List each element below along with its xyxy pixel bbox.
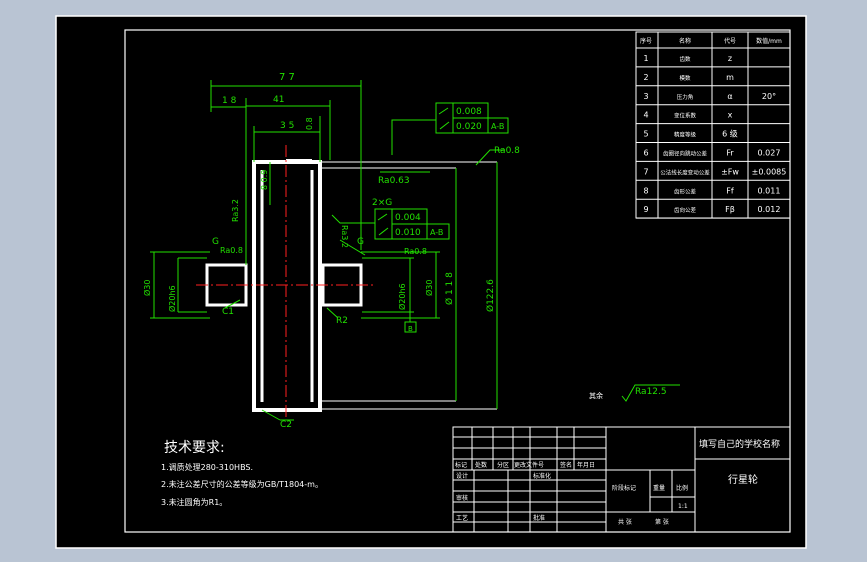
tb-process: 工艺 — [456, 514, 468, 522]
label-datum: B — [408, 325, 413, 333]
tol-mid-label: 2×G — [372, 198, 392, 208]
tb-check: 审核 — [456, 494, 468, 502]
params-cell: Fβ — [725, 205, 735, 214]
dim-offset-inner: 41 — [273, 95, 284, 105]
label-g-right: G — [357, 237, 364, 247]
dim-v-right-b: Ø30 — [424, 280, 434, 296]
params-cell: 公法线长度变动公差 — [660, 168, 710, 176]
tb-mark: 标记 — [455, 461, 467, 469]
params-cell: 4 — [643, 111, 648, 120]
dim-v-left-a: Ø30 — [142, 280, 152, 296]
tb-part-name: 行星轮 — [728, 473, 758, 486]
params-cell: Ff — [726, 186, 734, 195]
params-cell: z — [728, 54, 732, 63]
params-cell: 变位系数 — [674, 112, 697, 120]
params-cell: 6 级 — [722, 129, 738, 139]
tb-weight: 重量 — [653, 484, 665, 492]
params-cell: 精度等级 — [674, 131, 697, 139]
params-cell: 模数 — [679, 74, 691, 82]
tb-date: 年月日 — [577, 461, 595, 469]
tb-zone: 分区 — [497, 461, 509, 469]
dim-v-right-a: Ø20h6 — [397, 283, 407, 310]
requirement-3: 3.未注圆角为R1。 — [161, 497, 227, 507]
ra-left-g: Ra0.8 — [220, 246, 243, 255]
ra-left-vert: Ra3.2 — [231, 199, 240, 222]
tb-signature: 签名 — [560, 461, 572, 469]
ra-top-right: Ra0.8 — [494, 146, 520, 156]
params-cell: 7 — [643, 167, 648, 176]
params-cell: 齿形公差 — [674, 187, 697, 195]
params-cell: 5 — [643, 130, 648, 139]
dim-v-outer-b: Ø122.6 — [485, 279, 496, 312]
tb-approve: 批准 — [533, 514, 545, 522]
requirements-title: 技术要求: — [164, 440, 225, 456]
dim-overall-length: 7 7 — [279, 72, 295, 83]
params-cell: 压力角 — [677, 93, 694, 101]
tb-standardize: 标准化 — [533, 472, 551, 480]
tb-scale: 比例 — [676, 484, 688, 492]
label-r2: R2 — [336, 316, 348, 326]
params-cell: 齿向公差 — [674, 206, 697, 214]
tol-top-2-ref: A-B — [491, 122, 504, 131]
tb-school: 填写自己的学校名称 — [699, 438, 780, 450]
params-header-cell: 代号 — [724, 37, 736, 45]
tol-mid-2: 0.010 — [395, 228, 421, 238]
tb-change-doc: 更改文件号 — [514, 461, 544, 469]
cad-drawing: 7 7 1 8 41 3 5 0.8 Ø30 Ø20h6 Ø20h6 Ø30 8… — [55, 15, 807, 549]
dim-offset-left: 1 8 — [222, 96, 237, 106]
ra-mid-top: Ra0.63 — [378, 176, 410, 186]
requirement-1: 1.调质处理280-310HBS. — [161, 462, 253, 472]
ra-remaining: Ra12.5 — [635, 387, 667, 397]
dim-v-mid-bore: 8 0.9 — [260, 170, 269, 190]
ra-remaining-label: 其余 — [589, 391, 603, 400]
params-cell: 0.012 — [758, 205, 781, 214]
params-cell: x — [728, 111, 733, 120]
tb-sheets: 共 张 — [618, 518, 632, 526]
dim-v-left-b: Ø20h6 — [167, 285, 177, 312]
tol-top-2: 0.020 — [456, 122, 482, 132]
params-cell: ±0.0085 — [752, 167, 787, 176]
params-cell: 20° — [762, 92, 776, 101]
params-cell: 9 — [643, 205, 648, 214]
requirement-2: 2.未注公差尺寸的公差等级为GB/T1804-m。 — [161, 479, 323, 489]
params-header-cell: 名称 — [679, 37, 691, 45]
params-cell: 0.011 — [758, 186, 781, 195]
params-cell: 3 — [643, 92, 648, 101]
params-cell: 0.027 — [758, 149, 781, 158]
label-c2: C2 — [280, 420, 292, 430]
tol-mid-1: 0.004 — [395, 213, 421, 223]
params-cell: 齿圈径向跳动公差 — [663, 150, 708, 158]
label-c1: C1 — [222, 307, 234, 317]
params-header-cell: 序号 — [640, 37, 652, 45]
params-cell: 6 — [643, 149, 648, 158]
label-g-left: G — [212, 237, 219, 247]
tb-count: 处数 — [475, 461, 487, 469]
params-cell: ±Fw — [721, 167, 739, 176]
params-cell: 8 — [643, 186, 648, 195]
params-header-cell: 数值/mm — [756, 37, 782, 45]
dim-hub-width: 3 5 — [280, 121, 294, 131]
tb-stage-mark: 阶段标记 — [612, 484, 636, 492]
tb-sheet-no: 第 张 — [655, 518, 669, 526]
params-cell: m — [726, 73, 734, 82]
params-cell: Fr — [726, 149, 734, 158]
tol-top-1: 0.008 — [456, 107, 482, 117]
dim-v-outer-a: Ø 1 1 8 — [444, 272, 455, 305]
params-cell: α — [727, 92, 732, 101]
params-cell: 2 — [643, 73, 648, 82]
ra-right-vert: Ra3.2 — [340, 225, 349, 248]
dim-top-small: 0.8 — [305, 117, 314, 130]
tol-mid-2-ref: A-B — [430, 228, 443, 237]
tb-scale-value: 1:1 — [678, 503, 688, 510]
ra-right-g: Ra0.8 — [404, 247, 427, 256]
params-cell: 1 — [643, 54, 648, 63]
tb-design: 设计 — [456, 472, 468, 480]
params-cell: 齿数 — [679, 55, 691, 63]
